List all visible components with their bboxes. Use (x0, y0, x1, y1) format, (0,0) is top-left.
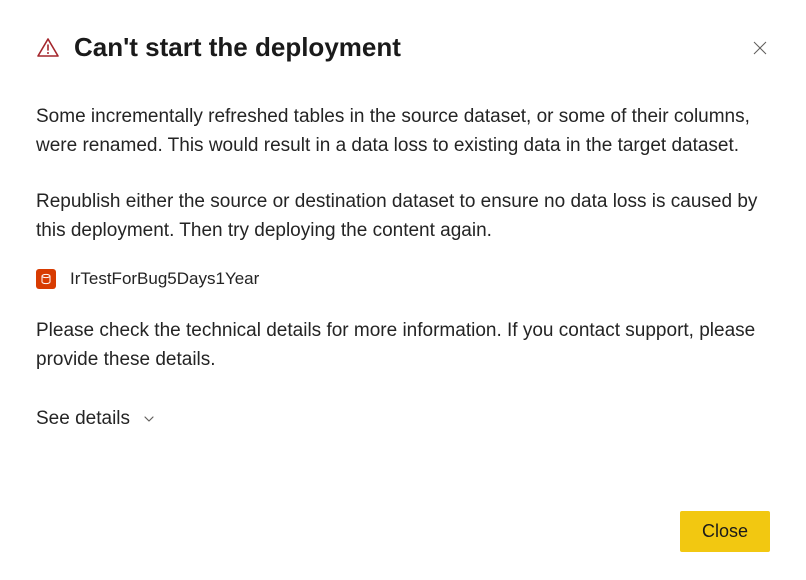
dialog-title: Can't start the deployment (74, 32, 401, 63)
message-paragraph-3: Please check the technical details for m… (36, 317, 770, 374)
close-icon[interactable] (750, 38, 770, 58)
message-paragraph-2: Republish either the source or destinati… (36, 188, 770, 245)
warning-icon (36, 36, 60, 60)
chevron-down-icon (142, 412, 156, 426)
dataset-name: IrTestForBug5Days1Year (70, 269, 259, 289)
dialog-header: Can't start the deployment (36, 32, 770, 63)
dataset-item: IrTestForBug5Days1Year (36, 269, 770, 289)
error-dialog: Can't start the deployment Some incremen… (0, 0, 806, 580)
dataset-icon (36, 269, 56, 289)
dialog-footer: Close (680, 511, 770, 552)
close-button[interactable]: Close (680, 511, 770, 552)
see-details-toggle[interactable]: See details (36, 408, 156, 430)
message-paragraph-1: Some incrementally refreshed tables in t… (36, 103, 770, 160)
see-details-label: See details (36, 408, 130, 430)
